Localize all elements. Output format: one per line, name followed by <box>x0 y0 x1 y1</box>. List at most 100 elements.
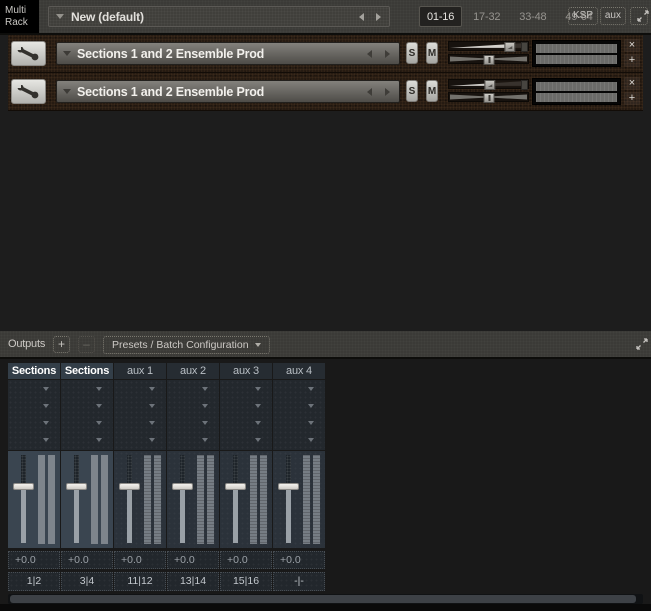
level-meter <box>532 40 621 67</box>
multi-preset-dropdown[interactable]: New (default) <box>48 6 390 27</box>
gain-value[interactable]: +0.0 <box>8 551 60 569</box>
aux-button[interactable]: aux <box>600 7 626 25</box>
insert-slot-dropdown[interactable] <box>273 397 325 414</box>
channel-fader[interactable] <box>114 451 166 548</box>
collapse-arrows-icon <box>634 336 650 352</box>
insert-slot-dropdown[interactable] <box>8 414 60 431</box>
next-preset-arrow-icon[interactable] <box>376 13 381 21</box>
gain-value[interactable]: +0.0 <box>114 551 166 569</box>
edit-instrument-button[interactable] <box>11 79 46 104</box>
insert-slot-dropdown[interactable] <box>8 397 60 414</box>
insert-slot-dropdown[interactable] <box>114 397 166 414</box>
insert-slot-dropdown[interactable] <box>114 431 166 448</box>
page-tab-33-48[interactable]: 33-48 <box>511 6 554 27</box>
channel-meter-left <box>144 455 151 544</box>
add-output-button[interactable]: + <box>53 336 70 353</box>
insert-slots <box>273 380 325 450</box>
solo-button[interactable]: S <box>406 80 418 102</box>
insert-slot-dropdown[interactable] <box>61 414 113 431</box>
next-instrument-arrow-icon[interactable] <box>385 88 390 96</box>
presets-batch-configuration-dropdown[interactable]: Presets / Batch Configuration <box>103 336 270 354</box>
insert-slot-dropdown[interactable] <box>273 431 325 448</box>
expand-slot-button[interactable]: + <box>624 92 640 105</box>
page-tab-17-32[interactable]: 17-32 <box>465 6 508 27</box>
channel-meter-left <box>303 455 310 544</box>
edit-instrument-button[interactable] <box>11 41 46 66</box>
page-tab-01-16[interactable]: 01-16 <box>419 6 462 27</box>
gain-value[interactable]: +0.0 <box>61 551 113 569</box>
preset-name-label: New (default) <box>71 10 359 24</box>
gain-value[interactable]: +0.0 <box>273 551 325 569</box>
volume-slider[interactable] <box>448 41 529 51</box>
channel-name: Sections <box>61 363 113 379</box>
scrollbar-thumb[interactable] <box>10 595 636 603</box>
insert-slot-dropdown[interactable] <box>8 431 60 448</box>
channel-fader[interactable] <box>8 451 60 548</box>
pan-slider[interactable] <box>448 92 529 102</box>
meter-right-bar <box>536 55 617 64</box>
output-assignment[interactable]: 15|16 <box>220 572 272 591</box>
volume-slider[interactable] <box>448 79 529 89</box>
channel-fader[interactable] <box>273 451 325 548</box>
channel-fader[interactable] <box>167 451 219 548</box>
prev-preset-arrow-icon[interactable] <box>359 13 364 21</box>
pan-handle[interactable] <box>483 93 494 103</box>
pan-handle[interactable] <box>483 55 494 65</box>
instrument-name-dropdown[interactable]: Sections 1 and 2 Ensemble Prod <box>56 42 400 65</box>
fader-handle[interactable] <box>13 483 34 490</box>
mixer-horizontal-scrollbar[interactable] <box>8 594 643 604</box>
gain-value[interactable]: +0.0 <box>220 551 272 569</box>
insert-slot-dropdown[interactable] <box>220 414 272 431</box>
remove-slot-button[interactable]: × <box>624 39 640 52</box>
insert-slot-dropdown[interactable] <box>220 380 272 397</box>
prev-instrument-arrow-icon[interactable] <box>367 88 372 96</box>
output-assignment[interactable]: 11|12 <box>114 572 166 591</box>
fader-handle[interactable] <box>225 483 246 490</box>
prev-instrument-arrow-icon[interactable] <box>367 50 372 58</box>
next-instrument-arrow-icon[interactable] <box>385 50 390 58</box>
insert-slots <box>167 380 219 450</box>
fader-handle[interactable] <box>278 483 299 490</box>
channel-fader[interactable] <box>61 451 113 548</box>
fader-handle[interactable] <box>172 483 193 490</box>
insert-slot-dropdown[interactable] <box>114 380 166 397</box>
insert-slot-dropdown[interactable] <box>61 397 113 414</box>
insert-slot-dropdown[interactable] <box>114 414 166 431</box>
fader-handle[interactable] <box>66 483 87 490</box>
collapse-rack-button[interactable] <box>630 7 648 25</box>
channel-fader[interactable] <box>220 451 272 548</box>
ksp-button[interactable]: KSP <box>568 7 598 25</box>
dropdown-caret-icon <box>255 343 261 347</box>
instrument-name-dropdown[interactable]: Sections 1 and 2 Ensemble Prod <box>56 80 400 103</box>
volume-end-cap <box>521 80 528 90</box>
caret-down-icon <box>308 438 314 442</box>
volume-handle[interactable] <box>485 80 496 90</box>
insert-slot-dropdown[interactable] <box>61 431 113 448</box>
remove-output-button[interactable]: – <box>78 336 95 353</box>
insert-slot-dropdown[interactable] <box>167 414 219 431</box>
remove-slot-button[interactable]: × <box>624 77 640 90</box>
insert-slot-dropdown[interactable] <box>273 380 325 397</box>
expand-slot-button[interactable]: + <box>624 54 640 67</box>
output-assignment[interactable]: -|- <box>273 572 325 591</box>
insert-slot-dropdown[interactable] <box>167 397 219 414</box>
collapse-outputs-button[interactable] <box>630 336 648 354</box>
insert-slot-dropdown[interactable] <box>220 397 272 414</box>
insert-slots <box>114 380 166 450</box>
output-assignment[interactable]: 13|14 <box>167 572 219 591</box>
mute-button[interactable]: M <box>426 80 438 102</box>
insert-slot-dropdown[interactable] <box>8 380 60 397</box>
pan-slider[interactable] <box>448 54 529 64</box>
fader-handle[interactable] <box>119 483 140 490</box>
volume-handle[interactable] <box>504 42 515 52</box>
solo-button[interactable]: S <box>406 42 418 64</box>
insert-slot-dropdown[interactable] <box>167 380 219 397</box>
mute-button[interactable]: M <box>426 42 438 64</box>
gain-value[interactable]: +0.0 <box>167 551 219 569</box>
insert-slot-dropdown[interactable] <box>61 380 113 397</box>
output-assignment[interactable]: 1|2 <box>8 572 60 591</box>
insert-slot-dropdown[interactable] <box>273 414 325 431</box>
insert-slot-dropdown[interactable] <box>167 431 219 448</box>
output-assignment[interactable]: 3|4 <box>61 572 113 591</box>
insert-slot-dropdown[interactable] <box>220 431 272 448</box>
